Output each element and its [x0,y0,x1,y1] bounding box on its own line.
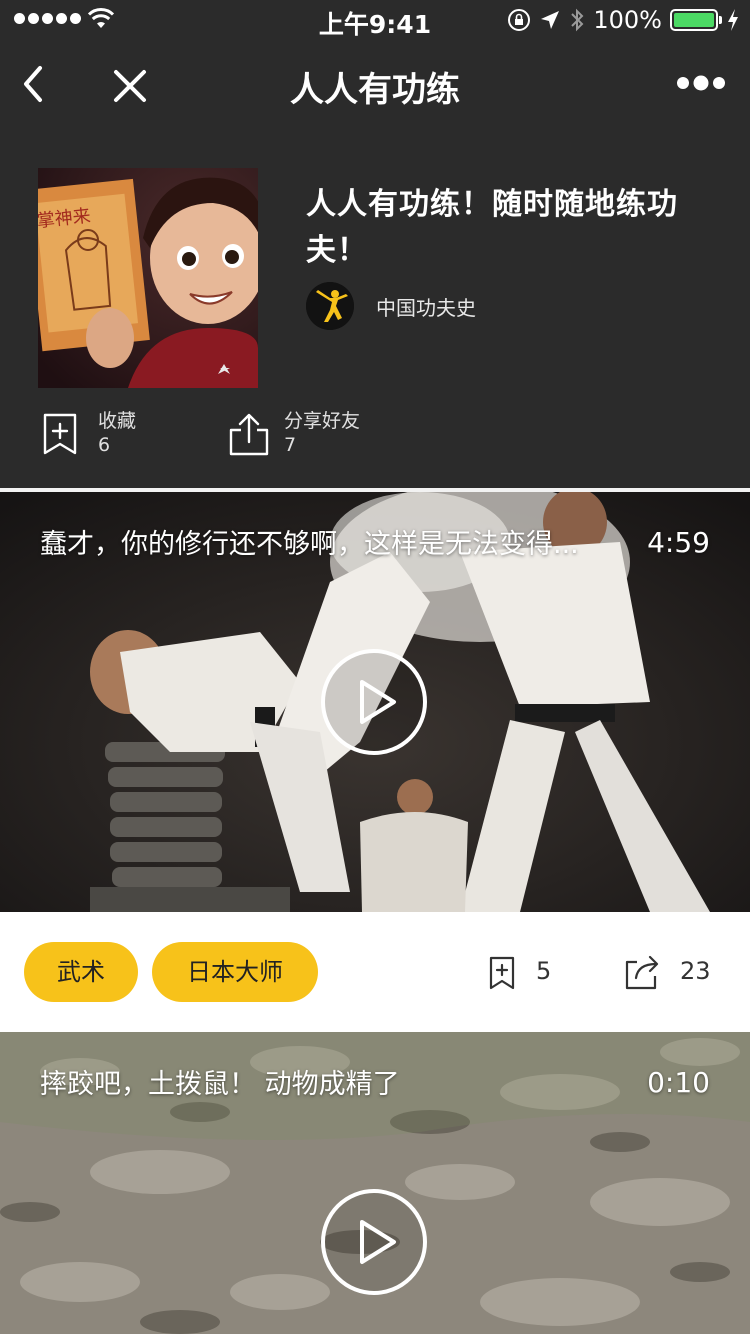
page-title: 人人有功练 [290,70,460,110]
video-favorite-count: 5 [536,957,552,985]
video-card[interactable]: 蠢才，你的修行还不够啊，这样是无法变得... 4:59 [0,492,750,912]
screen: 上午9:41 100% 人人有功练 掌神来 人人有功练！随时随地练功夫！ 中国功… [0,0,750,1334]
tag-chip[interactable]: 武术 [24,942,138,1002]
favorite-count: 6 [98,434,111,456]
bluetooth-icon [571,8,584,32]
bookmark-add-icon[interactable] [488,956,516,990]
share-icon [229,413,269,456]
charging-bolt-icon [728,9,738,31]
video-title: 蠢才，你的修行还不够啊，这样是无法变得... [40,529,579,560]
status-right: 100% [507,6,740,34]
share-count: 7 [284,434,297,456]
more-icon[interactable] [676,74,726,92]
status-bar: 上午9:41 100% [0,0,750,40]
video-card[interactable]: 摔跤吧，土拨鼠！ 动物成精了 0:10 [0,1032,750,1334]
tag-chip[interactable]: 日本大师 [152,942,318,1002]
favorite-label: 收藏 [98,410,137,432]
share-icon[interactable] [624,954,662,990]
battery-percent: 100% [593,6,662,34]
video-duration: 4:59 [647,526,710,559]
bookmark-add-icon [43,413,77,455]
play-icon[interactable] [320,1188,428,1296]
location-arrow-icon [541,11,560,29]
share-label: 分享好友 [284,410,361,432]
nav-bar: 人人有功练 [0,40,750,130]
cover-illustration: 掌神来 [38,168,258,388]
album-title: 人人有功练！随时随地练功夫！ [306,187,678,268]
author-avatar[interactable] [306,282,354,330]
kick-figure-icon [306,282,354,330]
play-icon[interactable] [320,648,428,756]
video-title: 摔跤吧，土拨鼠！ 动物成精了 [40,1069,400,1100]
album-cover-image[interactable]: 掌神来 [38,168,258,388]
video-duration: 0:10 [647,1066,710,1099]
rotation-lock-icon [508,9,531,31]
video-share-count: 23 [680,957,711,985]
battery-fill [674,13,714,27]
author-name[interactable]: 中国功夫史 [376,292,476,321]
video-meta-row: 武术 日本大师 5 23 [0,912,750,1032]
album-header: 掌神来 人人有功练！随时随地练功夫！ 中国功夫史 收藏 6 分享好友 7 [0,130,750,488]
battery-icon [670,9,722,31]
